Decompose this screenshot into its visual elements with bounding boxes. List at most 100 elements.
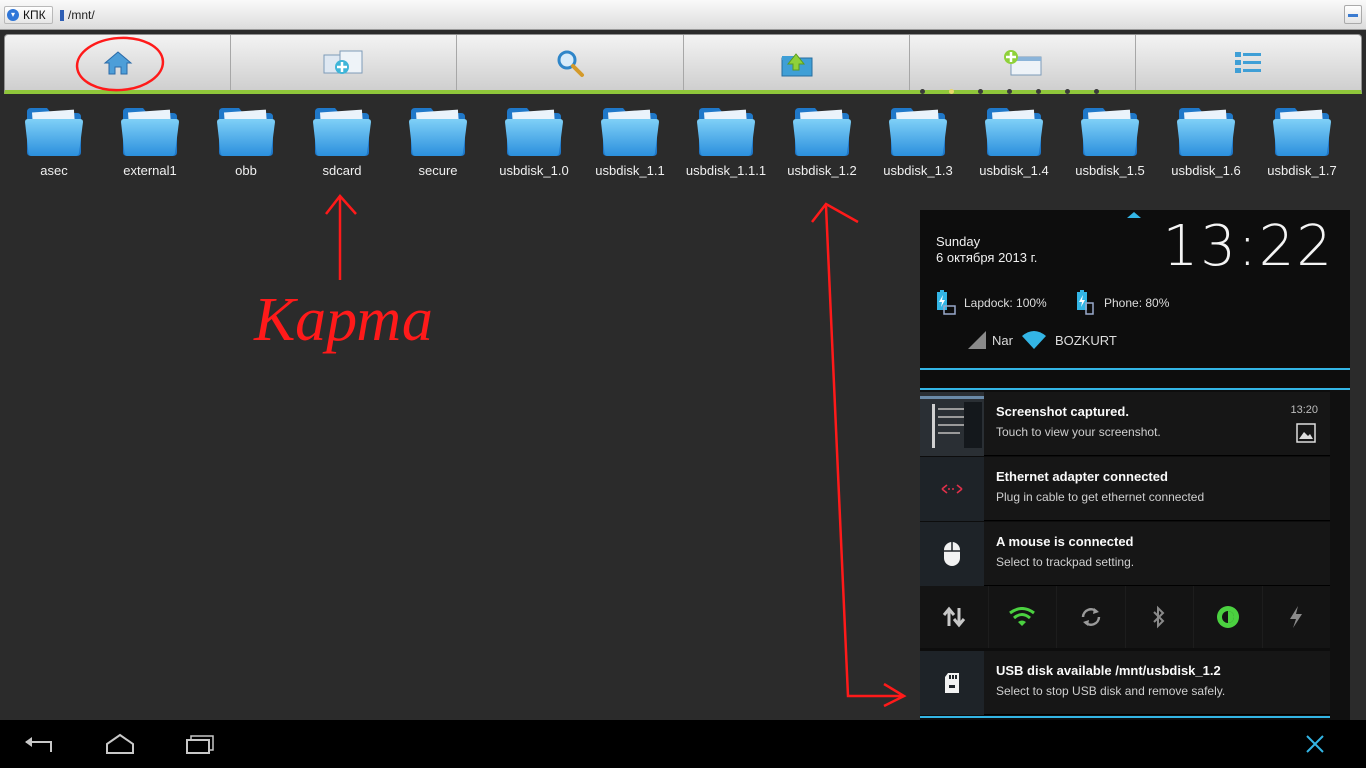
folder-label: external1 [123, 163, 177, 178]
signal-icon [968, 331, 986, 349]
quick-power-save-toggle[interactable] [1263, 586, 1331, 648]
app-menu-button[interactable]: ▾ КПК [4, 6, 53, 24]
folder-icon [697, 108, 755, 156]
folder-item[interactable]: external1 [102, 104, 198, 178]
close-panel-button[interactable] [1302, 730, 1328, 758]
folder-item[interactable]: usbdisk_1.6 [1158, 104, 1254, 178]
folder-icon [985, 108, 1043, 156]
minimize-button[interactable] [1344, 5, 1362, 24]
folder-item[interactable]: sdcard [294, 104, 390, 178]
date-display: Sunday 6 октября 2013 г. [936, 234, 1037, 266]
annotation-arrow [325, 194, 357, 280]
current-path[interactable]: /mnt/ [60, 8, 95, 22]
close-icon [1306, 735, 1324, 753]
date-label: 6 октября 2013 г. [936, 250, 1038, 265]
folder-icon [217, 108, 275, 156]
notification-title: Screenshot captured. [996, 404, 1129, 419]
folder-item[interactable]: usbdisk_1.4 [966, 104, 1062, 178]
recent-apps-button[interactable] [184, 730, 216, 758]
new-folder-icon [323, 50, 363, 74]
toolbar-folder-up-button[interactable] [684, 35, 910, 90]
lapdock-battery-label: Lapdock: 100% [964, 296, 1047, 310]
notification-usb-disk[interactable]: USB disk available /mnt/usbdisk_1.2 Sele… [920, 651, 1330, 715]
folder-icon [1273, 108, 1331, 156]
folder-label: usbdisk_1.1 [595, 163, 665, 178]
back-button[interactable] [22, 730, 56, 758]
folder-item[interactable]: usbdisk_1.1.1 [678, 104, 774, 178]
chevron-down-icon: ▾ [7, 9, 19, 21]
notification-mouse[interactable]: A mouse is connected Select to trackpad … [920, 522, 1330, 586]
sync-icon [1081, 608, 1100, 626]
search-icon [557, 50, 584, 77]
notification-ethernet[interactable]: Ethernet adapter connected Plug in cable… [920, 457, 1330, 521]
folder-label: obb [235, 163, 257, 178]
folder-item[interactable]: usbdisk_1.3 [870, 104, 966, 178]
folder-label: usbdisk_1.7 [1267, 163, 1337, 178]
folder-label: usbdisk_1.6 [1171, 163, 1241, 178]
notification-title: A mouse is connected [996, 534, 1134, 549]
panel-scrollbar[interactable] [1330, 390, 1350, 720]
home-icon [103, 50, 132, 74]
toolbar-search-button[interactable] [457, 35, 684, 90]
annotation-label: Карта [253, 286, 433, 354]
app-label: КПК [23, 8, 46, 22]
folder-icon [121, 108, 179, 156]
notification-text: Touch to view your screenshot. [996, 425, 1161, 439]
toolbar-add-window-button[interactable] [910, 35, 1136, 90]
panel-caret [1127, 212, 1141, 218]
day-label: Sunday [936, 234, 981, 249]
folder-item[interactable]: obb [198, 104, 294, 178]
page-dot [1036, 89, 1041, 94]
quick-sync-toggle[interactable] [1057, 586, 1126, 648]
sd-card-icon [920, 651, 984, 715]
quick-data-toggle[interactable] [920, 586, 989, 648]
folder-item[interactable]: asec [6, 104, 102, 178]
toolbar-home-button[interactable] [5, 35, 232, 90]
divider [920, 368, 1350, 370]
screenshot-thumbnail [920, 392, 984, 456]
toolbar [4, 34, 1362, 94]
path-text: /mnt/ [68, 8, 95, 22]
home-icon [106, 733, 134, 754]
notification-title: Ethernet adapter connected [996, 469, 1168, 484]
lapdock-battery: Lapdock: 100% [934, 290, 1047, 316]
folder-grid: asec external1 obb sdcard secure usbdisk… [6, 104, 1356, 178]
folder-icon [793, 108, 851, 156]
folder-item[interactable]: usbdisk_1.7 [1254, 104, 1350, 178]
quick-wifi-toggle[interactable] [989, 586, 1057, 648]
battery-phone-icon [1077, 290, 1094, 315]
folder-label: usbdisk_1.5 [1075, 163, 1145, 178]
toolbar-list-view-button[interactable] [1136, 35, 1361, 90]
folder-item[interactable]: secure [390, 104, 486, 178]
carrier-label: Nar [992, 332, 1013, 348]
page-dot-active [949, 89, 954, 94]
folder-item[interactable]: usbdisk_1.1 [582, 104, 678, 178]
phone-battery-label: Phone: 80% [1104, 296, 1170, 310]
image-icon [1296, 423, 1316, 443]
page-dot [920, 89, 925, 94]
folder-item[interactable]: usbdisk_1.5 [1062, 104, 1158, 178]
folder-icon [601, 108, 659, 156]
quick-bluetooth-toggle[interactable] [1126, 586, 1194, 648]
folder-label: usbdisk_1.4 [979, 163, 1049, 178]
folder-label: usbdisk_1.1.1 [685, 163, 767, 178]
home-button[interactable] [102, 730, 138, 758]
folder-icon [25, 108, 83, 156]
battery-laptop-icon [937, 290, 956, 315]
page-dot [1007, 89, 1012, 94]
data-toggle-icon [942, 606, 965, 628]
folder-icon [1081, 108, 1139, 156]
phone-battery: Phone: 80% [1074, 290, 1169, 316]
folder-item[interactable]: usbdisk_1.0 [486, 104, 582, 178]
notification-screenshot[interactable]: Screenshot captured. Touch to view your … [920, 392, 1330, 456]
toolbar-new-folder-button[interactable] [231, 35, 458, 90]
folder-label: usbdisk_1.2 [787, 163, 857, 178]
quick-brightness-toggle[interactable] [1194, 586, 1263, 648]
ethernet-icon [920, 457, 984, 521]
notification-panel: Sunday 6 октября 2013 г. 13:22 Lapdock: … [920, 210, 1350, 720]
page-dot [1094, 89, 1099, 94]
storage-icon [60, 9, 64, 21]
page-dot [978, 89, 983, 94]
folder-item[interactable]: usbdisk_1.2 [774, 104, 870, 178]
network-status: Nar BOZKURT [966, 330, 1117, 350]
